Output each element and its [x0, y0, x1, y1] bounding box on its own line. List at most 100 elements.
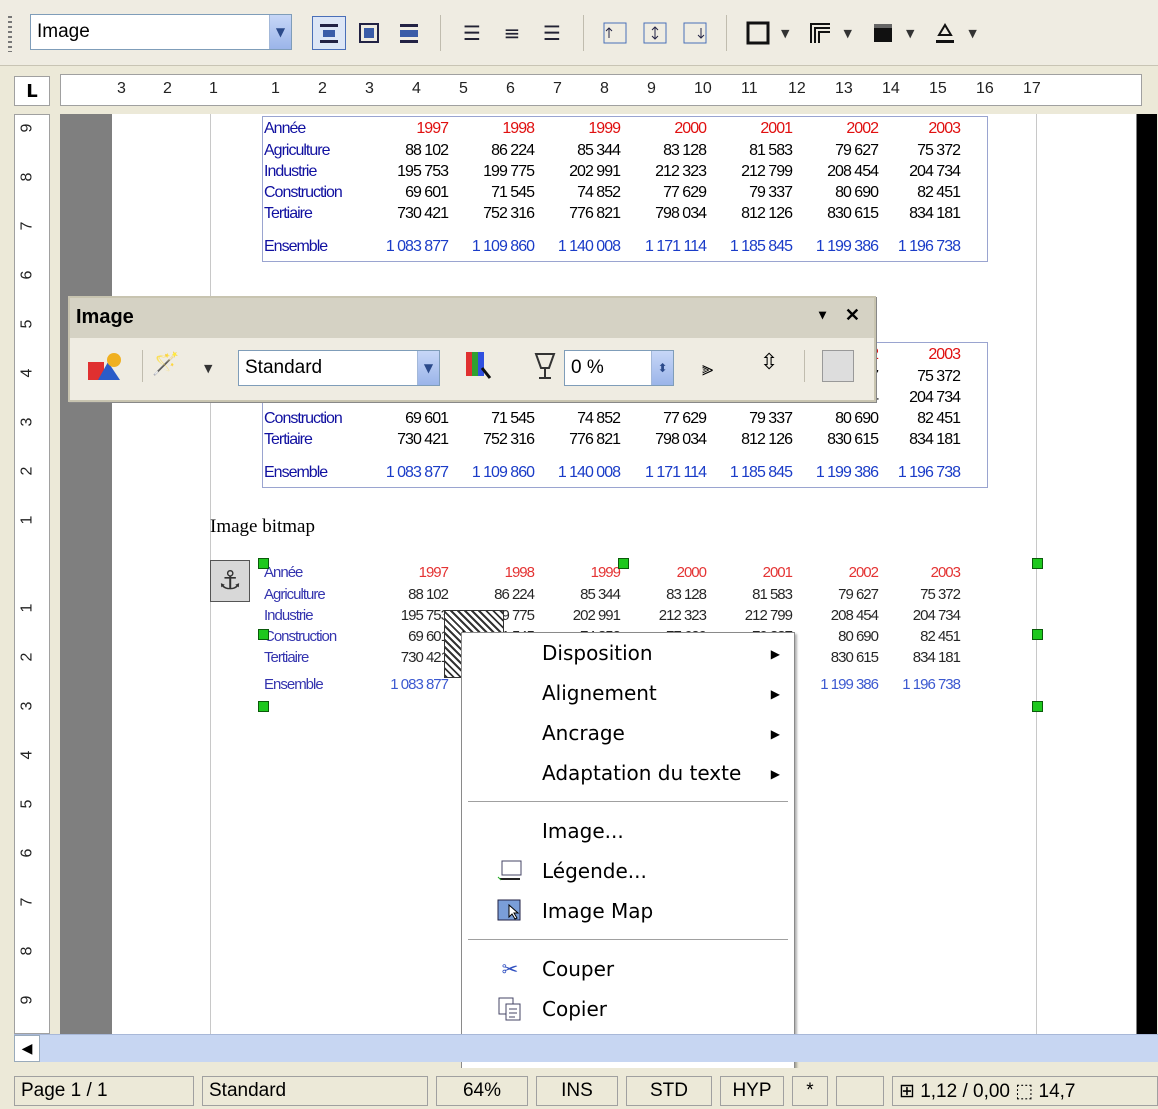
ruler-mark: 5	[18, 319, 36, 329]
chevron-down-icon[interactable]: ▼	[906, 27, 914, 40]
menu-item-label: Couper	[542, 957, 615, 981]
menu-item-label: Adaptation du texte	[542, 761, 742, 785]
insert-mode[interactable]: INS	[536, 1076, 618, 1106]
ruler-mark: 2	[318, 80, 327, 97]
align-left-icon[interactable]: ☰	[455, 16, 489, 50]
align-center-icon[interactable]: ≡	[495, 16, 529, 50]
border-icon[interactable]	[741, 16, 775, 50]
align-bottom-icon[interactable]	[678, 16, 712, 50]
tab-stop-selector[interactable]: L	[14, 76, 50, 106]
cell-value: 81 583	[752, 586, 793, 603]
table-border	[262, 116, 988, 262]
wrap-page-icon[interactable]	[352, 16, 386, 50]
close-icon[interactable]: ✕	[845, 305, 860, 326]
ruler-mark: 9	[18, 995, 36, 1005]
hyperlink-mode[interactable]: HYP	[720, 1076, 784, 1106]
fill-color-icon[interactable]	[928, 16, 962, 50]
wrap-ideal-icon[interactable]	[392, 16, 426, 50]
color-icon[interactable]	[464, 350, 494, 386]
ruler-mark: 4	[18, 750, 36, 760]
chevron-down-icon[interactable]: ▼	[968, 27, 976, 40]
menu-item-disposition[interactable]: Disposition ▶	[462, 635, 794, 671]
ruler-mark: 2	[18, 652, 36, 662]
chevron-down-icon[interactable]: ▼	[781, 27, 789, 40]
signature-field[interactable]	[836, 1076, 884, 1106]
menu-item-image-map[interactable]: Image Map	[462, 893, 794, 929]
bitmap-caption: Image bitmap	[210, 516, 315, 537]
image-toolbar: Image ▾ ✕ 🪄 ▼ Standard ▼ 0 % ⬍ ⫸ ⇳	[68, 296, 876, 402]
vertical-ruler[interactable]: 9 8 7 6 5 4 3 2 1 1 2 3 4 5 6 7 8 9	[14, 114, 50, 1034]
ruler-mark: 7	[18, 221, 36, 231]
ruler-mark: 9	[18, 123, 36, 133]
page-indicator[interactable]: Page 1 / 1	[14, 1076, 194, 1106]
ruler-mark: 6	[18, 848, 36, 858]
total-value: 1 083 877	[390, 676, 449, 693]
image-toolbar-title[interactable]: Image ▾ ✕	[70, 298, 874, 338]
crop-icon[interactable]	[822, 350, 854, 382]
transparency-spinner[interactable]: 0 % ⬍	[564, 350, 674, 386]
menu-item-alignement[interactable]: Alignement ▶	[462, 675, 794, 711]
chevron-down-icon[interactable]: ▼	[204, 362, 212, 375]
submenu-arrow-icon: ▶	[770, 767, 780, 781]
ruler-mark: 7	[553, 80, 562, 97]
align-right-icon[interactable]: ☰	[535, 16, 569, 50]
ruler-mark: 10	[694, 80, 712, 97]
flip-vertical-icon[interactable]: ⫸	[702, 356, 713, 380]
filter-icon[interactable]: 🪄	[152, 352, 179, 377]
align-middle-icon[interactable]	[638, 16, 672, 50]
align-top-icon[interactable]	[598, 16, 632, 50]
horizontal-scrollbar[interactable]: ◀	[14, 1034, 1158, 1062]
menu-item-image[interactable]: Image...	[462, 813, 794, 849]
menu-item-label: Image Map	[542, 899, 654, 923]
menu-item-ancrage[interactable]: Ancrage ▶	[462, 715, 794, 751]
row-label: Industrie	[264, 607, 314, 624]
chevron-down-icon[interactable]: ▼	[417, 351, 439, 385]
chevron-down-icon[interactable]: ▼	[269, 15, 291, 49]
menu-item-adaptation-texte[interactable]: Adaptation du texte ▶	[462, 755, 794, 791]
row-label: Agriculture	[264, 586, 326, 603]
selection-handle[interactable]	[1032, 701, 1043, 712]
transparency-value: 0 %	[571, 357, 604, 378]
style-combobox[interactable]: Image ▼	[30, 14, 292, 50]
menu-item-legende[interactable]: Légende...	[462, 853, 794, 889]
horizontal-ruler[interactable]: 3 2 1 1 2 3 4 5 6 7 8 9 10 11 12 13 14 15 16 17	[60, 74, 1142, 106]
cell-value: 202 991	[572, 607, 621, 624]
graphics-mode-combobox[interactable]: Standard ▼	[238, 350, 440, 386]
selection-handle[interactable]	[258, 701, 269, 712]
ruler-mark: 1	[209, 80, 218, 97]
cell-value: 79 627	[838, 586, 879, 603]
selection-mode[interactable]: STD	[626, 1076, 712, 1106]
toolbar-grip[interactable]	[8, 16, 12, 52]
selection-handle[interactable]	[618, 558, 629, 569]
spinner-arrows-icon[interactable]: ⬍	[651, 351, 673, 385]
ruler-mark: 3	[365, 80, 374, 97]
chevron-down-icon[interactable]: ▼	[843, 27, 851, 40]
wrap-off-icon[interactable]	[312, 16, 346, 50]
year-header: 1998	[504, 564, 535, 581]
cell-value: 830 615	[830, 649, 879, 666]
selection-handle[interactable]	[258, 629, 269, 640]
menu-item-copier[interactable]: Copier	[462, 991, 794, 1027]
selection-handle[interactable]	[1032, 558, 1043, 569]
year-header: 2001	[762, 564, 793, 581]
header-label: Année	[264, 564, 303, 581]
cell-value: 730 421	[400, 649, 449, 666]
data-table-image-1[interactable]: Année 1997 1998 1999 2000 2001 2002 2003 Agricul…	[262, 116, 988, 264]
anchor-icon[interactable]: ⚓	[210, 560, 250, 602]
toolbar-menu-icon[interactable]: ▾	[819, 306, 826, 323]
line-style-icon[interactable]	[803, 16, 837, 50]
flip-horizontal-icon[interactable]: ⇳	[760, 350, 778, 375]
zoom-level[interactable]: 64%	[436, 1076, 528, 1106]
selection-handle[interactable]	[258, 558, 269, 569]
transparency-icon	[532, 350, 558, 386]
page-style[interactable]: Standard	[202, 1076, 428, 1106]
scroll-left-icon[interactable]: ◀	[14, 1035, 40, 1062]
ruler-mark: 9	[647, 80, 656, 97]
cell-value: 69 601	[408, 628, 449, 645]
selection-handle[interactable]	[1032, 629, 1043, 640]
cell-value: 212 799	[744, 607, 793, 624]
cell-value: 75 372	[920, 586, 961, 603]
image-insert-icon[interactable]	[84, 350, 124, 388]
border-color-icon[interactable]	[866, 16, 900, 50]
menu-item-couper[interactable]: ✂ Couper	[462, 951, 794, 987]
